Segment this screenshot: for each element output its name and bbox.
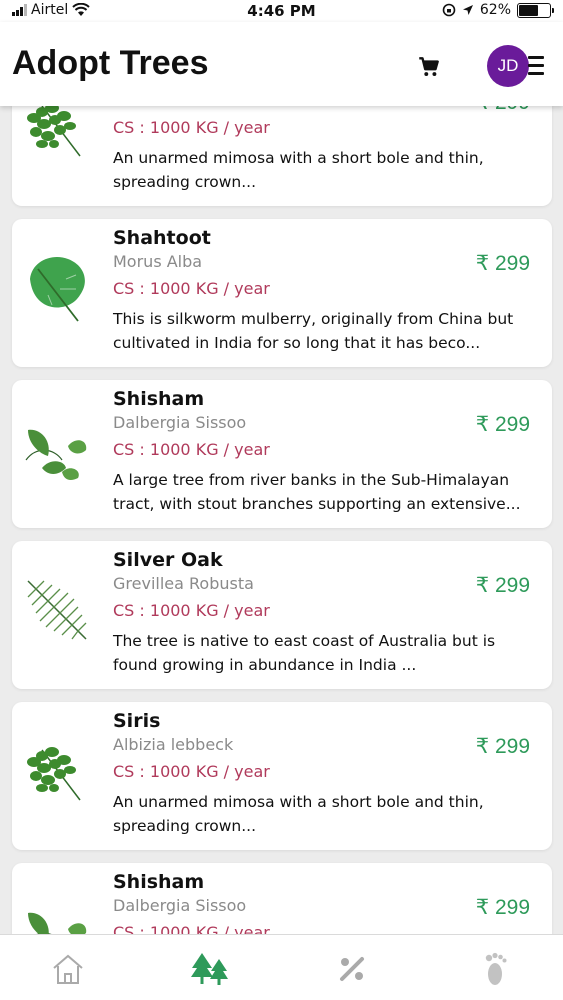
tree-description: An unarmed mimosa with a short bole and … — [113, 149, 484, 191]
tree-capacity: CS : 1000 KG / year — [113, 601, 270, 620]
battery-fill — [519, 4, 538, 16]
tree-price[interactable]: ₹ 299 — [476, 573, 530, 598]
nav-trees[interactable] — [188, 949, 232, 989]
status-right: 62% — [442, 2, 554, 18]
nav-offers[interactable] — [330, 949, 374, 989]
tree-name: Silver Oak — [113, 549, 223, 571]
tree-description: A large tree from river banks in the Sub… — [113, 471, 521, 513]
mimosa-leaf-icon — [22, 732, 92, 812]
shisham-leaf-icon — [22, 410, 92, 490]
lock-rotation-icon — [442, 3, 456, 17]
app-header: Adopt Trees JD — [0, 22, 563, 106]
bottom-nav — [0, 934, 563, 1000]
tree-name: Shisham — [113, 871, 205, 893]
battery-percent: 62% — [479, 2, 511, 18]
mulberry-leaf-icon — [22, 249, 92, 329]
home-icon — [53, 954, 83, 984]
tree-scientific-name: Morus Alba — [113, 252, 203, 271]
percent-icon — [340, 957, 364, 981]
mimosa-leaf-icon — [22, 106, 92, 168]
tree-capacity: CS : 1000 KG / year — [113, 279, 270, 298]
tree-card[interactable]: Shisham Dalbergia Sissoo CS : 1000 KG / ye… — [12, 380, 552, 528]
tree-description: This is silkworm mulberry, originally fr… — [113, 310, 514, 352]
tree-card[interactable]: SirisAlbizia lebbeckCS : 1000 KG / yearA… — [12, 106, 552, 206]
status-bar: Airtel 4:46 PM 62% — [0, 0, 563, 22]
tree-list[interactable]: Siris Albizia lebbeck CS : 1000 KG / year A… — [0, 106, 563, 934]
tree-price[interactable]: ₹ 299 — [476, 895, 530, 920]
tree-name: Shisham — [113, 388, 205, 410]
tree-capacity: CS : 1000 KG / year — [113, 440, 270, 459]
cart-icon[interactable] — [416, 54, 442, 80]
tree-price[interactable]: ₹ 299 — [476, 734, 530, 759]
trees-icon — [191, 953, 228, 985]
tree-card[interactable]: Siris Albizia lebbeck CS : 1000 KG / year A… — [12, 702, 552, 850]
location-icon — [462, 5, 473, 15]
avatar[interactable]: JD — [487, 45, 529, 87]
fern-leaf-icon — [22, 571, 92, 651]
nav-home[interactable] — [46, 949, 90, 989]
battery-icon — [517, 2, 554, 18]
tree-card[interactable]: Shahtoot Morus Alba CS : 1000 KG / year Thi… — [12, 219, 552, 367]
tree-capacity: CS : 1000 KG / year — [113, 762, 270, 781]
tree-description: The tree is native to east coast of Aust… — [113, 632, 496, 674]
tree-scientific-name: Albizia lebbeck — [113, 106, 233, 110]
nav-footprint[interactable] — [474, 949, 518, 989]
menu-icon[interactable] — [528, 56, 544, 76]
tree-name: Siris — [113, 710, 161, 732]
tree-scientific-name: Albizia lebbeck — [113, 735, 234, 754]
tree-scientific-name: Grevillea Robusta — [113, 574, 254, 593]
tree-price[interactable]: ₹ 299 — [476, 412, 530, 437]
footprint-icon — [485, 952, 507, 985]
tree-card[interactable]: Silver Oak Grevillea Robusta CS : 1000 KG … — [12, 541, 552, 689]
tree-price[interactable]: ₹ 299 — [476, 106, 530, 115]
shisham-leaf-icon — [22, 893, 92, 934]
tree-capacity: CS : 1000 KG / year — [113, 923, 270, 934]
page-title: Adopt Trees — [12, 44, 209, 82]
tree-price[interactable]: ₹ 299 — [476, 251, 530, 276]
tree-scientific-name: Dalbergia Sissoo — [113, 896, 247, 915]
tree-capacity: CS : 1000 KG / year — [113, 118, 270, 137]
tree-name: Shahtoot — [113, 227, 211, 249]
tree-description: An unarmed mimosa with a short bole and … — [113, 793, 484, 835]
tree-card[interactable]: Shisham Dalbergia Sissoo CS : 1000 KG / ye… — [12, 863, 552, 934]
tree-scientific-name: Dalbergia Sissoo — [113, 413, 247, 432]
